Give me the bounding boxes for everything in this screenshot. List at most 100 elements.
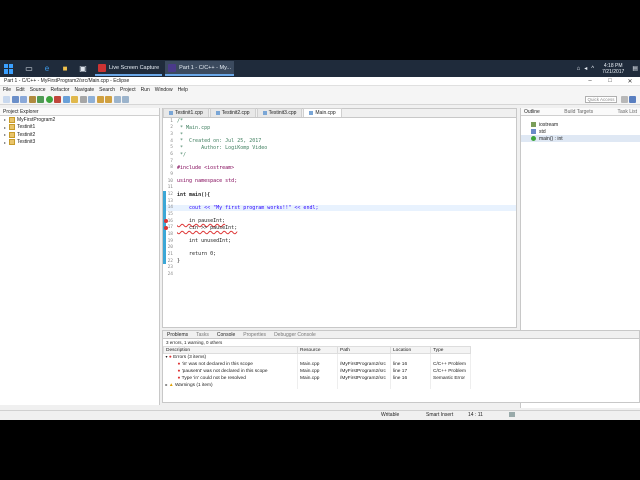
new-folder-icon[interactable] — [71, 95, 78, 103]
menu-window[interactable]: Window — [155, 87, 173, 93]
problem-resource — [297, 381, 338, 389]
debug-icon[interactable] — [37, 95, 44, 103]
error-marker-icon[interactable] — [164, 219, 168, 223]
back-icon[interactable] — [113, 95, 121, 103]
windows-start-icon[interactable] — [4, 63, 14, 74]
search-icon[interactable] — [79, 95, 87, 103]
status-insert-mode: Smart Insert — [426, 411, 454, 418]
task-view-icon[interactable]: ▭ — [22, 62, 36, 75]
network-icon[interactable]: ⌂ — [577, 66, 581, 72]
tab-properties[interactable]: Properties — [243, 332, 266, 338]
external-tools-icon[interactable] — [54, 95, 61, 103]
chevron-right-icon[interactable]: ▸ — [166, 382, 168, 387]
save-icon[interactable] — [11, 95, 19, 103]
chevron-down-icon[interactable]: ▾ — [166, 354, 168, 359]
menu-source[interactable]: Source — [30, 87, 46, 93]
quick-access-input[interactable]: Quick Access — [584, 95, 617, 103]
tab-outline[interactable]: Outline — [524, 109, 540, 115]
tree-item-project[interactable]: ▸ Testinit1 — [0, 124, 159, 132]
chevron-right-icon[interactable]: ▸ — [4, 117, 8, 122]
chevron-up-icon[interactable]: ^ — [591, 66, 594, 72]
tab-testinit1[interactable]: Testinit1.cpp — [163, 108, 209, 117]
menu-help[interactable]: Help — [178, 87, 188, 93]
column-description[interactable]: Description — [163, 346, 298, 354]
heap-status-icon[interactable] — [509, 412, 515, 417]
tree-item-project[interactable]: ▸ Testinit2 — [0, 131, 159, 139]
tab-testinit2[interactable]: Testinit2.cpp — [209, 108, 256, 117]
run-icon[interactable] — [45, 95, 53, 103]
tab-task-list[interactable]: Task List — [618, 109, 637, 115]
code-area[interactable]: 1 /* 2 * Main.cpp 3 * 4 * Created on: Jul… — [163, 118, 516, 278]
line-number: 10 — [167, 178, 173, 184]
menu-edit[interactable]: Edit — [16, 87, 25, 93]
store-icon[interactable]: ▣ — [76, 62, 90, 75]
problem-description: 'in' was not declared in this scope — [181, 361, 253, 367]
chevron-right-icon[interactable]: ▸ — [4, 125, 8, 130]
code-text: cin >> pauseInt; — [177, 224, 238, 231]
menu-refactor[interactable]: Refactor — [51, 87, 70, 93]
problem-description: Warnings (1 item) — [174, 383, 213, 388]
close-button[interactable]: ✕ — [620, 78, 640, 85]
problem-path: /MyFirstProgram2/src — [337, 360, 391, 368]
outline-item[interactable]: iostream — [521, 121, 640, 128]
tab-console[interactable]: Console — [217, 332, 235, 338]
notifications-icon[interactable]: ▤ — [632, 65, 638, 72]
perspective-icon[interactable] — [620, 95, 628, 103]
table-row[interactable]: ● 'pauseInt' was not declared in this sc… — [163, 367, 471, 375]
edge-browser-icon[interactable]: e — [40, 62, 54, 75]
clock[interactable]: 4:18 PM 7/21/2017 — [602, 63, 624, 75]
panel-title[interactable]: Project Explorer — [3, 109, 39, 115]
new-icon[interactable] — [3, 95, 10, 103]
build-icon[interactable] — [28, 95, 36, 103]
tab-build-targets[interactable]: Build Targets — [564, 109, 593, 115]
project-explorer: Project Explorer ▸ MyFirstProgram2 ▸ Testi… — [0, 108, 160, 405]
column-type[interactable]: Type — [430, 346, 471, 354]
outline-item[interactable]: std — [521, 128, 640, 135]
forward-icon[interactable] — [122, 95, 129, 103]
table-row[interactable]: ▾ ● Errors (3 items) — [163, 353, 471, 361]
cpp-file-icon — [215, 111, 220, 115]
new-class-icon[interactable] — [62, 95, 70, 103]
toggle-comment-icon[interactable] — [88, 95, 95, 103]
chevron-right-icon[interactable]: ▸ — [4, 132, 8, 137]
menu-search[interactable]: Search — [99, 87, 115, 93]
project-folder-icon — [9, 116, 15, 123]
cpp-perspective-icon[interactable] — [629, 95, 636, 103]
problem-path — [337, 381, 391, 389]
menu-run[interactable]: Run — [141, 87, 150, 93]
tab-debugger-console[interactable]: Debugger Console — [274, 332, 316, 338]
maximize-button[interactable]: □ — [600, 78, 620, 85]
column-path[interactable]: Path — [337, 346, 391, 354]
project-folder-icon — [9, 131, 15, 138]
prev-annotation-icon[interactable] — [105, 95, 112, 103]
letterbox-top — [0, 0, 640, 60]
tree-item-project[interactable]: ▸ MyFirstProgram2 — [0, 116, 159, 124]
column-location[interactable]: Location — [390, 346, 431, 354]
menu-file[interactable]: File — [3, 87, 11, 93]
tab-testinit3[interactable]: Testinit3.cpp — [256, 108, 303, 117]
tab-main[interactable]: Main.cpp — [303, 108, 342, 117]
problem-type — [430, 381, 471, 389]
next-annotation-icon[interactable] — [96, 95, 104, 103]
outline-item[interactable]: main() : int — [521, 135, 640, 142]
file-explorer-icon[interactable]: ■ — [58, 62, 72, 75]
code-text: * Author: LogiKomp Video — [177, 144, 268, 151]
code-text: return 0; — [177, 251, 217, 258]
menu-navigate[interactable]: Navigate — [74, 87, 94, 93]
tab-problems[interactable]: Problems — [167, 332, 188, 338]
volume-icon[interactable]: ◂ — [584, 65, 587, 72]
chevron-right-icon[interactable]: ▸ — [4, 140, 8, 145]
table-row[interactable]: ● 'in' was not declared in this scope Ma… — [163, 360, 471, 368]
error-marker-icon[interactable] — [164, 226, 168, 230]
minimize-button[interactable]: – — [580, 78, 600, 85]
code-line: 9 — [163, 171, 516, 178]
table-row[interactable]: ▸ ▲ Warnings (1 item) — [163, 381, 471, 389]
tab-tasks[interactable]: Tasks — [196, 332, 209, 338]
column-resource[interactable]: Resource — [297, 346, 338, 354]
save-all-icon[interactable] — [20, 95, 27, 103]
table-row[interactable]: ● Type 'in' could not be resolved Main.c… — [163, 374, 471, 382]
taskbar-eclipse[interactable]: Part 1 - C/C++ - My... — [165, 61, 234, 76]
tree-item-project[interactable]: ▸ Testinit3 — [0, 139, 159, 147]
menu-project[interactable]: Project — [120, 87, 136, 93]
taskbar-live-screen-capture[interactable]: Live Screen Capture — [95, 61, 163, 76]
